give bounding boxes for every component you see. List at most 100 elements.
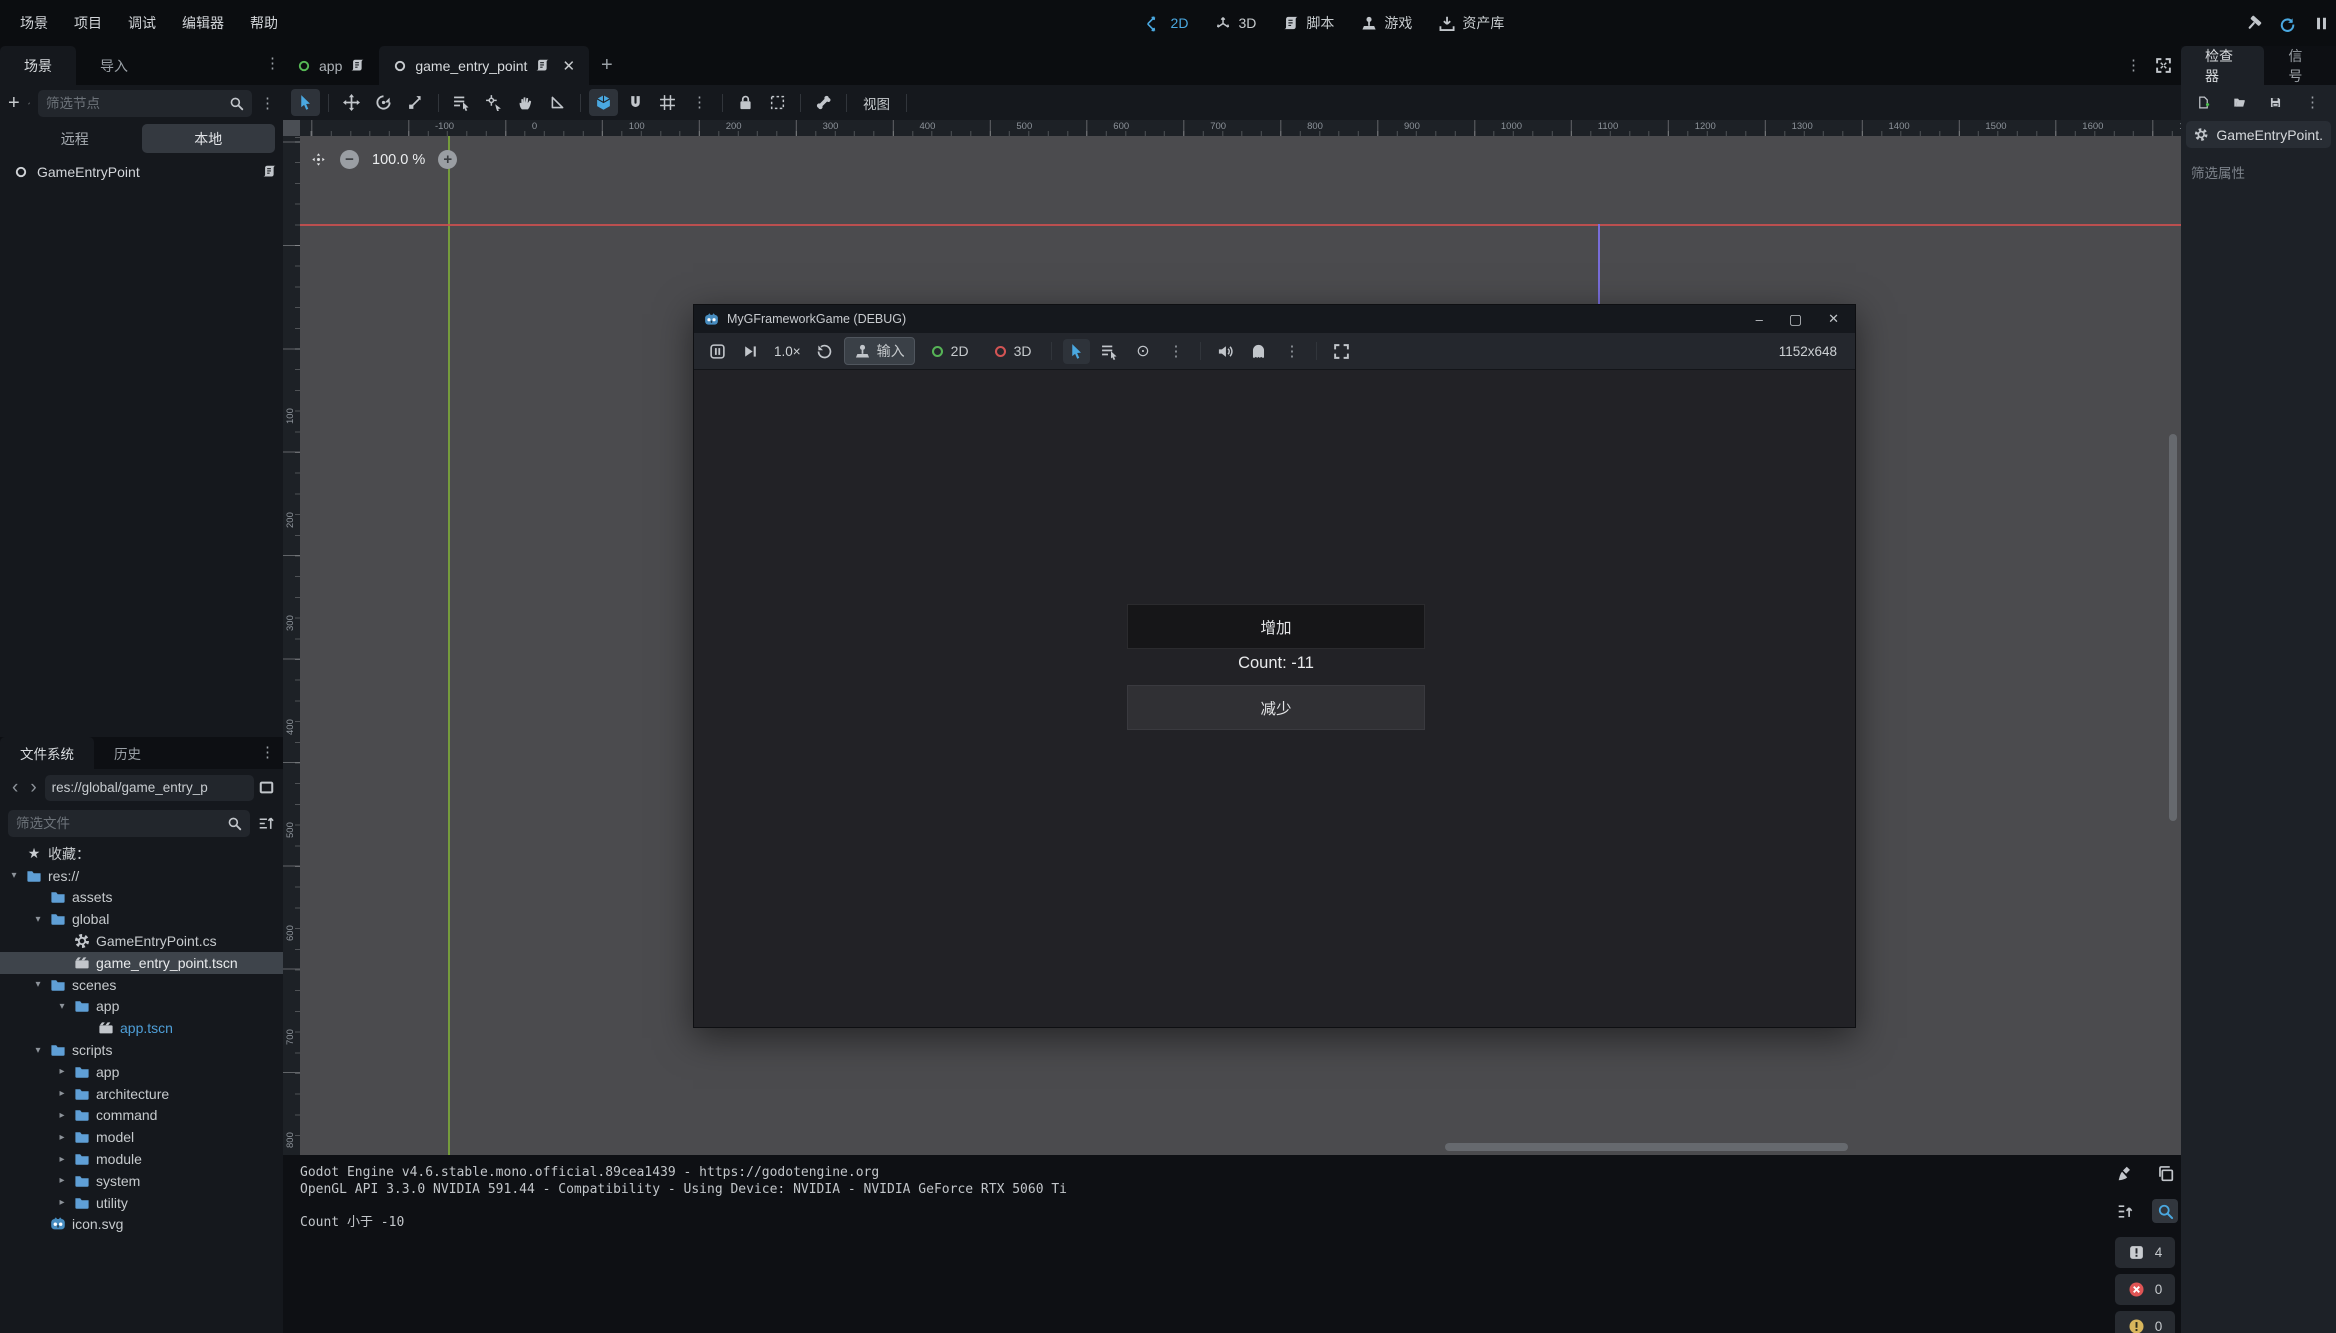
file-tree-item[interactable]: ▾app: [0, 996, 283, 1018]
file-tree-item[interactable]: ▾scripts: [0, 1039, 283, 1061]
scene-dock-menu-icon[interactable]: ⋮: [265, 56, 280, 71]
expand-viewport-icon[interactable]: [2155, 57, 2172, 74]
remote-button[interactable]: 远程: [8, 124, 142, 153]
bone-icon[interactable]: [809, 89, 838, 116]
dots-icon[interactable]: ⋮: [685, 89, 714, 116]
tree-expand-icon[interactable]: ▸: [56, 1110, 68, 1121]
file-tree-item[interactable]: ▸command: [0, 1105, 283, 1127]
grid-snap-icon[interactable]: [621, 89, 650, 116]
script-icon[interactable]: [535, 58, 550, 73]
speed-label[interactable]: 1.0×: [770, 344, 805, 359]
workspace-资产库[interactable]: 资产库: [1438, 13, 1504, 33]
lock-icon[interactable]: [731, 89, 760, 116]
game-list-select-icon[interactable]: [1096, 339, 1123, 364]
rotate-tool-icon[interactable]: [369, 89, 398, 116]
ruler-tool-icon[interactable]: [543, 89, 572, 116]
close-tab-icon[interactable]: ✕: [562, 57, 575, 75]
menu-item-4[interactable]: 帮助: [240, 8, 288, 38]
tree-expand-icon[interactable]: ▸: [56, 1197, 68, 1208]
file-tree-item[interactable]: ▸utility: [0, 1192, 283, 1214]
game-window-titlebar[interactable]: MyGFrameworkGame (DEBUG) – ▢ ✕: [694, 305, 1855, 333]
maximize-icon[interactable]: ▢: [1789, 311, 1802, 328]
save-resource-icon[interactable]: [2269, 94, 2282, 111]
mode-2d-button[interactable]: 2D: [921, 340, 978, 362]
tree-expand-icon[interactable]: ▸: [56, 1154, 68, 1165]
scale-tool-icon[interactable]: [401, 89, 430, 116]
vertical-scrollbar[interactable]: [2169, 434, 2177, 821]
restart-icon[interactable]: [2279, 15, 2296, 32]
script-icon[interactable]: [350, 58, 365, 73]
sort-files-icon[interactable]: [258, 815, 275, 832]
tree-collapse-icon[interactable]: ▾: [32, 914, 44, 925]
filter-properties-field[interactable]: 筛选属性: [2181, 150, 2336, 194]
game-select-mode-icon[interactable]: [1063, 339, 1090, 364]
error-badge-button[interactable]: 0: [2115, 1274, 2175, 1305]
tab-history[interactable]: 历史: [94, 737, 161, 769]
workspace-3d[interactable]: 3D: [1214, 15, 1256, 32]
file-tree-item[interactable]: game_entry_point.tscn: [0, 952, 283, 974]
audio-icon[interactable]: [1212, 339, 1239, 364]
file-tree-item[interactable]: ▾res://: [0, 865, 283, 887]
move-tool-icon[interactable]: [337, 89, 366, 116]
file-tree-item[interactable]: ▾global: [0, 908, 283, 930]
tab-filesystem[interactable]: 文件系统: [0, 737, 94, 769]
workspace-游戏[interactable]: 游戏: [1360, 13, 1412, 33]
menu-item-1[interactable]: 项目: [64, 8, 112, 38]
menu-item-2[interactable]: 调试: [118, 8, 166, 38]
nav-back-icon[interactable]: ‹: [8, 777, 22, 799]
file-tree-item[interactable]: GameEntryPoint.cs: [0, 930, 283, 952]
zoom-out-button[interactable]: −: [340, 150, 359, 169]
scene-tree-root-node[interactable]: GameEntryPoint: [0, 159, 283, 184]
debug-blob-icon[interactable]: [1245, 339, 1272, 364]
search-output-icon[interactable]: [2152, 1199, 2178, 1223]
instance-scene-link-icon[interactable]: [28, 95, 30, 112]
new-scene-tab-button[interactable]: +: [589, 46, 625, 85]
file-tree-item[interactable]: icon.svg: [0, 1214, 283, 1236]
next-frame-icon[interactable]: [737, 339, 764, 364]
minimize-icon[interactable]: –: [1756, 312, 1763, 327]
scene-tab-game-entry-point[interactable]: game_entry_point ✕: [379, 46, 589, 85]
increase-button[interactable]: 增加: [1127, 604, 1425, 649]
load-resource-icon[interactable]: [2233, 94, 2246, 111]
ruler-corner[interactable]: [283, 120, 300, 136]
output-log[interactable]: Godot Engine v4.6.stable.mono.official.8…: [300, 1165, 2101, 1231]
file-tree-item[interactable]: ▸module: [0, 1148, 283, 1170]
more-options-icon[interactable]: ⋮: [1278, 339, 1305, 364]
filter-nodes-input[interactable]: [46, 96, 223, 111]
tab-signals[interactable]: 信号: [2264, 46, 2336, 85]
copy-output-icon[interactable]: [2152, 1161, 2178, 1185]
reset-speed-icon[interactable]: [811, 339, 838, 364]
attached-script-icon[interactable]: [262, 164, 277, 179]
scene-dock-options-icon[interactable]: ⋮: [260, 96, 275, 111]
local-button[interactable]: 本地: [142, 124, 276, 153]
scene-tabs-menu-icon[interactable]: ⋮: [2126, 58, 2141, 73]
tab-scene-dock[interactable]: 场景: [0, 46, 76, 85]
tree-expand-icon[interactable]: ▸: [56, 1132, 68, 1143]
input-mode-button[interactable]: 输入: [844, 337, 915, 365]
tree-collapse-icon[interactable]: ▾: [56, 1001, 68, 1012]
break-hammer-icon[interactable]: [2245, 15, 2262, 32]
close-icon[interactable]: ✕: [1828, 311, 1839, 327]
filesystem-menu-icon[interactable]: ⋮: [260, 745, 275, 760]
file-tree-item[interactable]: ▸system: [0, 1170, 283, 1192]
file-tree-item[interactable]: ▸app: [0, 1061, 283, 1083]
grid-icon[interactable]: [653, 89, 682, 116]
file-tree-item[interactable]: ★收藏：: [0, 843, 283, 865]
zoom-level[interactable]: 100.0 %: [372, 152, 425, 168]
fullscreen-icon[interactable]: [1328, 339, 1355, 364]
scene-tab-app[interactable]: app: [283, 46, 379, 85]
horizontal-scrollbar[interactable]: [1445, 1143, 1848, 1151]
pivot-tool-icon[interactable]: [479, 89, 508, 116]
workspace-脚本[interactable]: 脚本: [1282, 13, 1334, 33]
workspace-2d[interactable]: 2D: [1147, 15, 1189, 32]
menu-item-3[interactable]: 编辑器: [172, 8, 234, 38]
tree-expand-icon[interactable]: ▸: [56, 1088, 68, 1099]
tree-collapse-icon[interactable]: ▾: [8, 870, 20, 881]
select-tool-icon[interactable]: [291, 89, 320, 116]
tree-expand-icon[interactable]: ▸: [56, 1066, 68, 1077]
pan-tool-icon[interactable]: [511, 89, 540, 116]
menu-item-0[interactable]: 场景: [10, 8, 58, 38]
tab-inspector[interactable]: 检查器: [2181, 46, 2264, 85]
file-tree-item[interactable]: ▸architecture: [0, 1083, 283, 1105]
group-icon[interactable]: [763, 89, 792, 116]
